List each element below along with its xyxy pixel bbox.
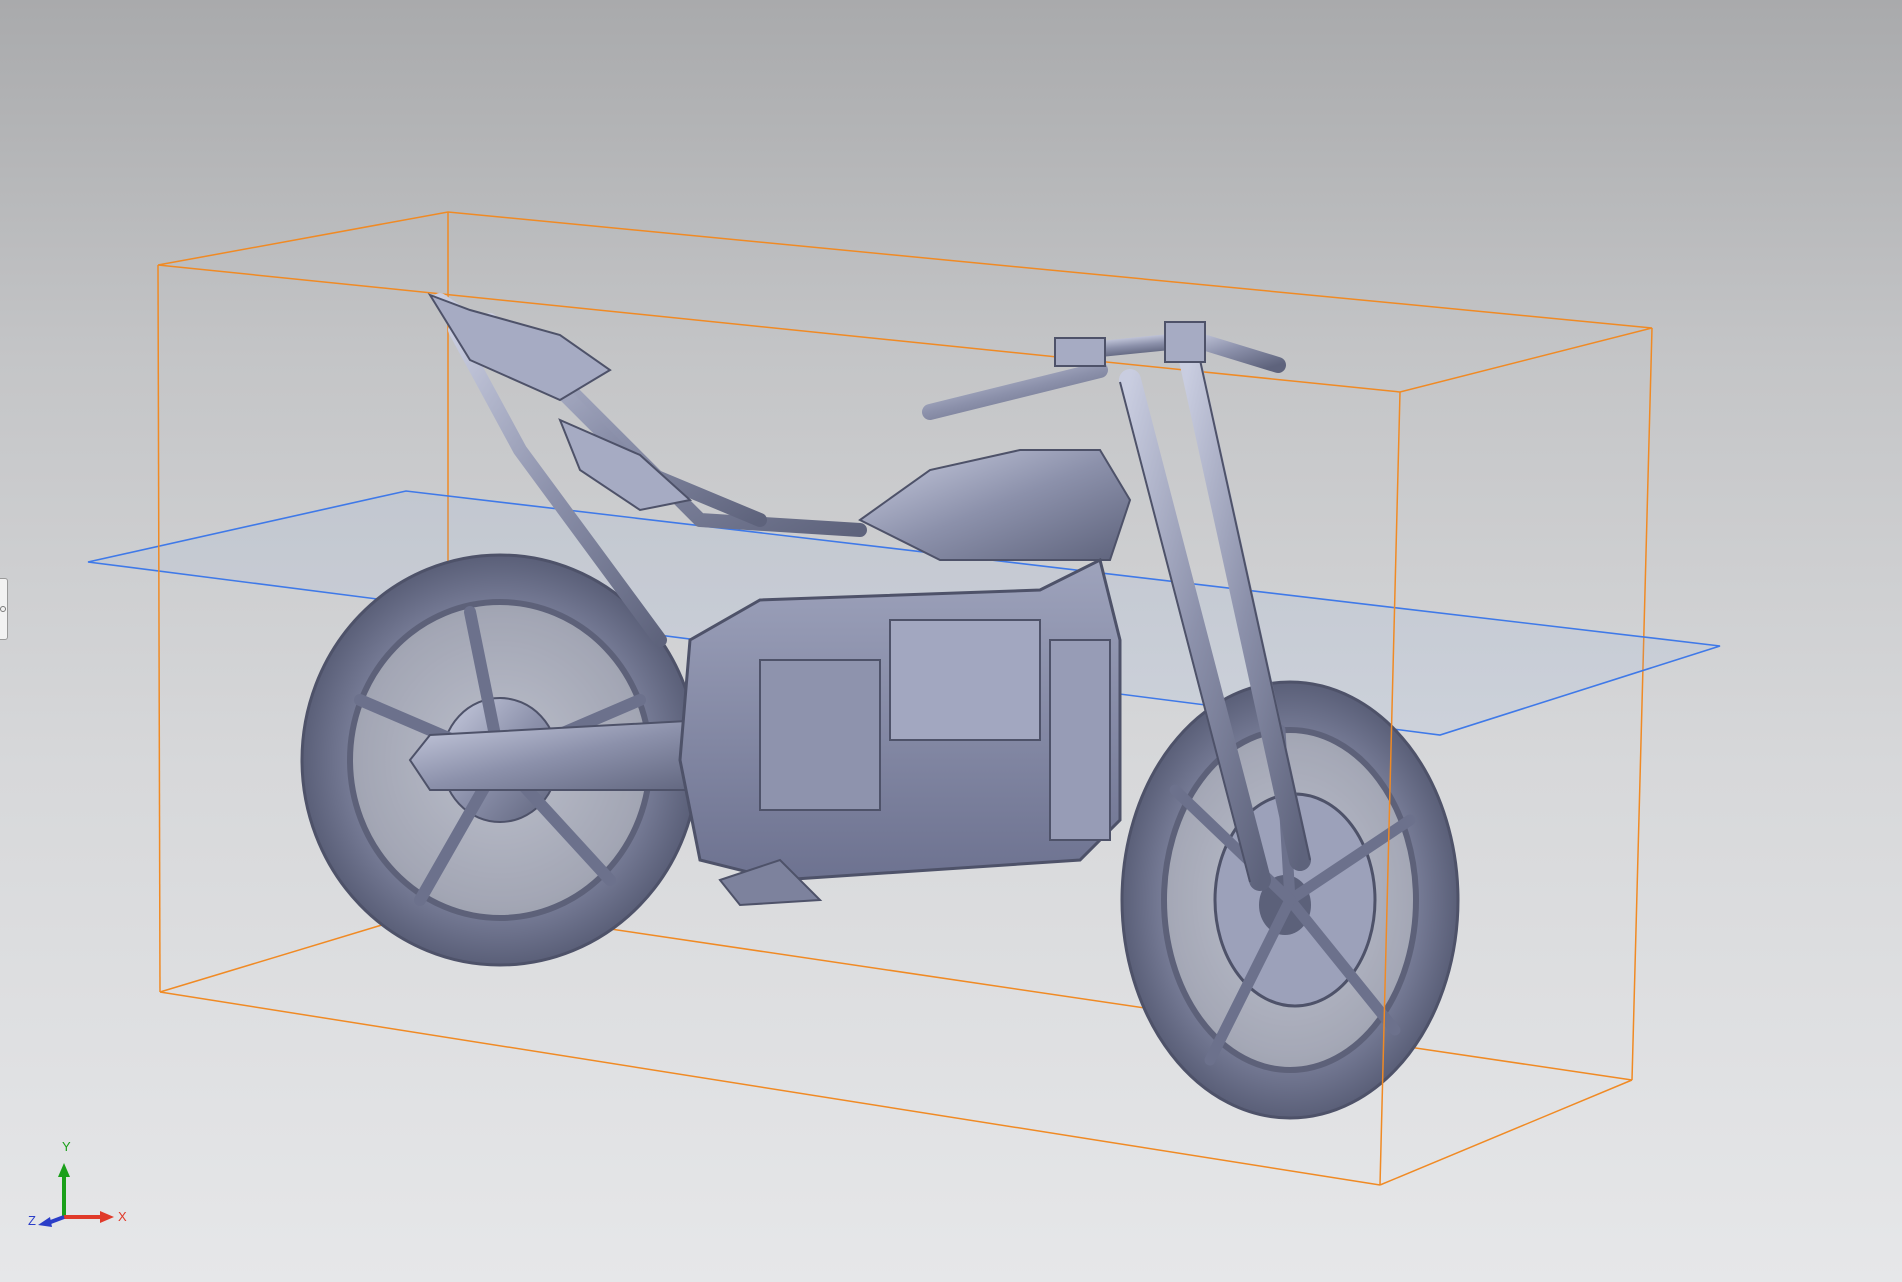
y-axis-arrow-icon bbox=[58, 1163, 70, 1217]
x-axis-arrow-icon bbox=[64, 1211, 114, 1223]
graphics-viewport[interactable]: Y X Z bbox=[0, 0, 1902, 1282]
panel-expand-handle[interactable] bbox=[0, 578, 8, 640]
y-axis-label: Y bbox=[62, 1139, 71, 1154]
motorcycle-mesh[interactable] bbox=[300, 293, 1460, 1120]
model-scene[interactable] bbox=[0, 0, 1902, 1282]
handle-grip-icon bbox=[0, 606, 6, 612]
x-axis-label: X bbox=[118, 1209, 127, 1224]
reference-triad[interactable]: Y X Z bbox=[20, 1135, 140, 1230]
z-axis-label: Z bbox=[28, 1213, 36, 1228]
z-axis-arrow-icon bbox=[38, 1215, 65, 1227]
